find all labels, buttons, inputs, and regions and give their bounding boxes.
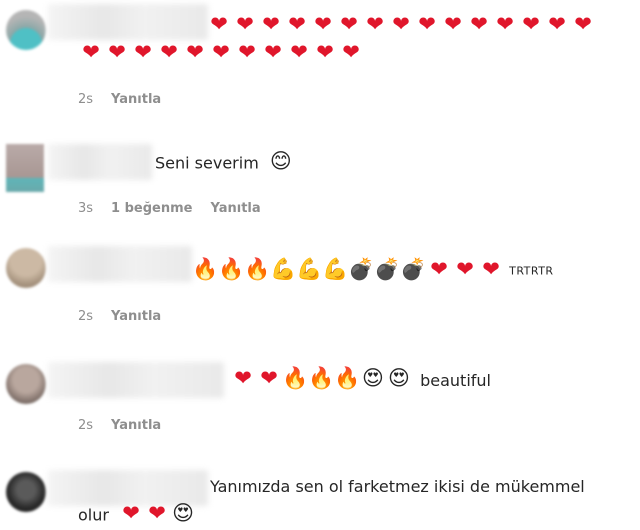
comment-1: ❤ ❤ ❤ ❤ ❤ ❤ ❤ ❤ ❤ ❤ ❤ ❤ ❤ ❤ ❤ ❤ ❤ ❤ ❤ ❤ ❤ ❤ ❤ ❤ ❤ ❤ 2s Yanıtla <box>0 0 640 120</box>
avatar[interactable] <box>6 144 44 192</box>
heart-icon: ❤ <box>262 12 280 36</box>
heart-icon: ❤ <box>456 257 474 281</box>
comment-body-continued: olur <box>78 505 109 525</box>
comment-text: Yanımızda sen ol farketmez ikisi de müke… <box>210 474 585 500</box>
muscle-icon: 💪 <box>322 257 349 281</box>
emoji-row: ❤ ❤ 😍 <box>118 500 196 526</box>
emoji-row: 🔥 🔥 🔥 💪 💪 💪 💣 💣 💣 ❤ ❤ ❤ <box>192 256 504 282</box>
comment-body: Yanımızda sen ol farketmez ikisi de müke… <box>210 477 585 496</box>
heart-icon: ❤ <box>470 12 488 36</box>
heart-icon: ❤ <box>342 40 360 64</box>
heart-icon: ❤ <box>392 12 410 36</box>
fire-icon: 🔥 <box>308 366 335 390</box>
muscle-icon: 💪 <box>270 257 297 281</box>
emoji-row: ❤ ❤ 🔥 🔥 🔥 😍 😍 <box>230 365 412 391</box>
heart-eyes-icon: 😍 <box>172 501 194 525</box>
comment-meta: 2s Yanıtla <box>78 309 161 324</box>
heart-icon: ❤ <box>238 40 256 64</box>
heart-icon: ❤ <box>160 40 178 64</box>
username-blurred[interactable] <box>48 4 208 40</box>
heart-icon: ❤ <box>522 12 540 36</box>
bomb-icon: 💣 <box>400 257 427 281</box>
reply-button[interactable]: Yanıtla <box>111 309 161 324</box>
heart-icon: ❤ <box>574 12 592 36</box>
comment-text-line2: ❤ ❤ ❤ ❤ ❤ ❤ ❤ ❤ ❤ ❤ ❤ <box>78 39 364 67</box>
fire-icon: 🔥 <box>244 257 271 281</box>
heart-icon: ❤ <box>444 12 462 36</box>
heart-icon: ❤ <box>134 40 152 64</box>
fire-icon: 🔥 <box>282 366 309 390</box>
comment-4: ❤ ❤ 🔥 🔥 🔥 😍 😍 beautiful 2s Yanıtla <box>0 350 640 450</box>
heart-icon: ❤ <box>430 257 448 281</box>
heart-icon: ❤ <box>212 40 230 64</box>
bomb-icon: 💣 <box>374 257 401 281</box>
comment-meta: 2s Yanıtla <box>78 418 161 433</box>
comment-suffix: beautiful <box>420 370 491 390</box>
heart-icon: ❤ <box>264 40 282 64</box>
avatar[interactable] <box>6 364 46 404</box>
comment-3: 🔥 🔥 🔥 💪 💪 💪 💣 💣 💣 ❤ ❤ ❤ TRTRTR 2s Yanıtla <box>0 240 640 340</box>
heart-icon: ❤ <box>482 257 500 281</box>
comment-meta: 2s Yanıtla <box>78 92 161 107</box>
heart-eyes-icon: 😍 <box>388 366 410 390</box>
comment-suffix: TRTRTR <box>509 264 554 278</box>
heart-icon: ❤ <box>186 40 204 64</box>
comment-timestamp: 2s <box>78 92 94 107</box>
heart-icon: ❤ <box>260 366 278 390</box>
comment-timestamp: 2s <box>78 309 94 324</box>
comment-text-line2: olur ❤ ❤ 😍 <box>78 500 196 529</box>
username-blurred[interactable] <box>48 144 152 180</box>
heart-icon: ❤ <box>316 40 334 64</box>
heart-icon: ❤ <box>418 12 436 36</box>
heart-icon: ❤ <box>314 12 332 36</box>
heart-icon: ❤ <box>210 12 228 36</box>
comment-text: 🔥 🔥 🔥 💪 💪 💪 💣 💣 💣 ❤ ❤ ❤ TRTRTR <box>192 256 554 285</box>
likes-count-button[interactable]: 1 beğenme <box>111 201 192 216</box>
bomb-icon: 💣 <box>348 257 375 281</box>
heart-icon: ❤ <box>108 40 126 64</box>
comment-text: ❤ ❤ 🔥 🔥 🔥 😍 😍 beautiful <box>230 365 491 394</box>
heart-icon: ❤ <box>236 12 254 36</box>
heart-icon: ❤ <box>290 40 308 64</box>
avatar[interactable] <box>6 248 46 288</box>
heart-icon: ❤ <box>122 501 140 525</box>
reply-button[interactable]: Yanıtla <box>111 92 161 107</box>
fire-icon: 🔥 <box>218 257 245 281</box>
emoji-row: 😊 <box>268 148 294 174</box>
comment-timestamp: 3s <box>78 201 94 216</box>
emoji-row: ❤ ❤ ❤ ❤ ❤ ❤ ❤ ❤ ❤ ❤ ❤ ❤ ❤ ❤ ❤ <box>206 11 596 37</box>
fire-icon: 🔥 <box>334 366 361 390</box>
heart-icon: ❤ <box>496 12 514 36</box>
heart-icon: ❤ <box>366 12 384 36</box>
reply-button[interactable]: Yanıtla <box>210 201 260 216</box>
heart-eyes-icon: 😍 <box>362 366 384 390</box>
heart-icon: ❤ <box>148 501 166 525</box>
heart-icon: ❤ <box>548 12 566 36</box>
heart-icon: ❤ <box>288 12 306 36</box>
username-blurred[interactable] <box>48 246 192 282</box>
comment-timestamp: 2s <box>78 418 94 433</box>
comment-5: Yanımızda sen ol farketmez ikisi de müke… <box>0 460 640 530</box>
emoji-row: ❤ ❤ ❤ ❤ ❤ ❤ ❤ ❤ ❤ ❤ ❤ <box>78 39 364 65</box>
comment-body: Seni severim <box>155 153 259 173</box>
heart-icon: ❤ <box>82 40 100 64</box>
reply-button[interactable]: Yanıtla <box>111 418 161 433</box>
avatar[interactable] <box>6 472 46 512</box>
fire-icon: 🔥 <box>192 257 219 281</box>
heart-icon: ❤ <box>234 366 252 390</box>
comment-text: Seni severim 😊 <box>155 148 294 177</box>
comment-text: ❤ ❤ ❤ ❤ ❤ ❤ ❤ ❤ ❤ ❤ ❤ ❤ ❤ ❤ ❤ <box>206 11 596 39</box>
comment-meta: 3s 1 beğenme Yanıtla <box>78 201 261 216</box>
muscle-icon: 💪 <box>296 257 323 281</box>
heart-icon: ❤ <box>340 12 358 36</box>
username-blurred[interactable] <box>48 362 224 398</box>
avatar[interactable] <box>6 10 46 50</box>
smile-icon: 😊 <box>269 149 292 173</box>
comment-2: Seni severim 😊 3s 1 beğenme Yanıtla <box>0 130 640 230</box>
